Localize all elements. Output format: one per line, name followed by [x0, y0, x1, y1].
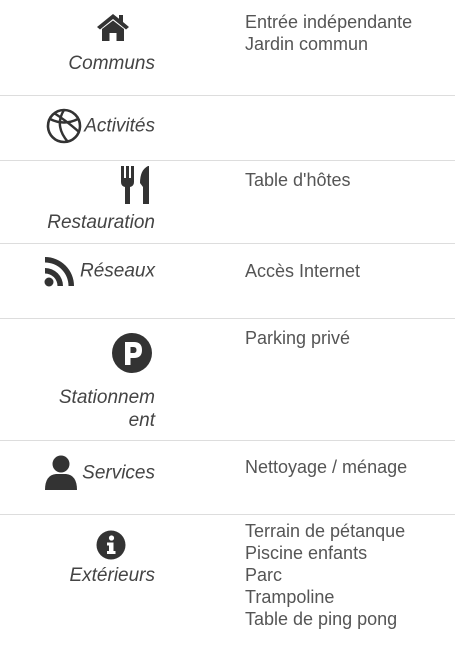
- row-divider: [0, 440, 455, 441]
- category-label: Réseaux: [80, 260, 155, 282]
- category-label: Communs: [68, 53, 155, 74]
- feature-list: Nettoyage / ménage: [245, 456, 455, 478]
- feature-item: Table d'hôtes: [245, 170, 351, 190]
- row-divider: [0, 243, 455, 244]
- row-divider: [0, 318, 455, 319]
- category-label: Restauration: [47, 212, 155, 233]
- category-label: Extérieurs: [69, 565, 155, 586]
- category-label-line1: Stationnem: [58, 387, 155, 408]
- feature-list: Table d'hôtes: [245, 169, 455, 191]
- rss-icon: [44, 255, 76, 287]
- info-circle-icon: [96, 530, 126, 560]
- feature-item: Accès Internet: [245, 261, 361, 281]
- parking-icon: [111, 332, 153, 374]
- category-label-line2: ent: [128, 410, 155, 431]
- utensils-icon: [119, 165, 153, 205]
- feature-list: Parking privé: [245, 327, 455, 349]
- feature-item: Jardin commun: [245, 34, 369, 54]
- feature-item: Parking privé: [245, 328, 351, 348]
- category-activites: Activités: [0, 108, 155, 144]
- feature-item: Parc: [245, 565, 283, 585]
- category-services: Services: [0, 455, 155, 491]
- category-stationnement: Stationnem ent: [0, 332, 155, 432]
- basketball-icon: [46, 108, 82, 144]
- row-divider: [0, 514, 455, 515]
- amenities-list: Communs Entrée indépendante Jardin commu…: [0, 0, 455, 653]
- category-exterieurs: Extérieurs: [0, 530, 155, 587]
- feature-list: Terrain de pétanque Piscine enfants Parc…: [245, 520, 455, 630]
- feature-item: Nettoyage / ménage: [245, 457, 408, 477]
- category-label: Activités: [84, 115, 155, 137]
- feature-item: Terrain de pétanque: [245, 521, 406, 541]
- feature-item: Trampoline: [245, 587, 335, 607]
- category-restauration: Restauration: [0, 165, 155, 234]
- user-icon: [44, 455, 78, 491]
- category-reseaux: Réseaux: [0, 255, 155, 287]
- feature-item: Table de ping pong: [245, 609, 398, 629]
- row-divider: [0, 160, 455, 161]
- feature-list: Entrée indépendante Jardin commun: [245, 11, 455, 55]
- feature-item: Entrée indépendante: [245, 12, 413, 32]
- feature-item: Piscine enfants: [245, 543, 368, 563]
- category-label: Services: [82, 462, 155, 484]
- row-divider: [0, 95, 455, 96]
- feature-list: Accès Internet: [245, 260, 455, 282]
- home-icon: [96, 12, 130, 42]
- category-communs: Communs: [0, 12, 155, 75]
